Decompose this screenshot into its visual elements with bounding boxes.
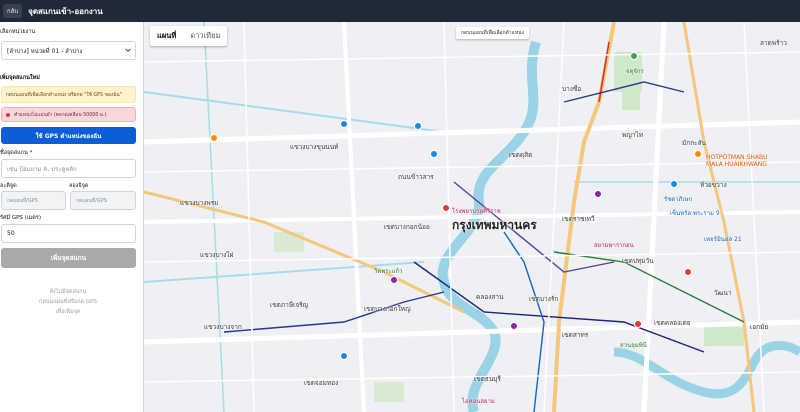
tab-map[interactable]: แผนที่ xyxy=(150,26,183,46)
map-type-tabs: แผนที่ ดาวเทียม xyxy=(150,26,228,46)
map-label-lat-phrao: ลาดพร้าว xyxy=(760,39,787,47)
map-label-bangkoknoi: เขตบางกอกน้อย xyxy=(384,223,430,231)
map-label-bangphrom: แขวงบางพรม xyxy=(180,199,219,207)
map-label-khaosan: ถนนข้าวสาร xyxy=(398,173,434,181)
map-label-hotpot: HOTPOTMAN SHABU MALA HUAIKHWANG xyxy=(706,154,768,168)
store-pin-icon[interactable] xyxy=(340,120,348,128)
add-checkpoint-button[interactable]: เพิ่มจุดสแกน xyxy=(1,248,136,268)
store-pin-icon[interactable] xyxy=(430,150,438,158)
map-label-lumpini: สวนลุมพินี xyxy=(620,342,647,349)
error-dot-icon xyxy=(6,112,10,117)
map-label-wat: วัดพระแก้ว xyxy=(374,268,403,275)
map-label-city: กรุงเทพมหานคร xyxy=(452,218,537,232)
longitude-input[interactable]: กดแผนที่/GPS xyxy=(70,191,136,210)
map-label-ekkamai: เอกมัย xyxy=(750,323,769,331)
map-hint-alert: กดบนแผนที่เพื่อเลือกตำแหน่ง หรือกด "ใช้ … xyxy=(1,86,136,103)
shopping-pin-icon[interactable] xyxy=(510,322,518,330)
radius-label: รัศมี GPS (เมตร) xyxy=(0,215,41,221)
map-label-bangsue: บางซื่อ xyxy=(562,85,582,93)
empty-state-line3: เพื่อเพิ่มจุด xyxy=(55,309,81,315)
empty-state-line1: ยังไม่มีจุดสแกน xyxy=(49,289,87,295)
page-title: จุดสแกนเข้า-ออกงาน xyxy=(28,6,103,16)
map-canvas[interactable]: แผนที่ ดาวเทียม กดบนแผนที่เพื่อเลือกตำแห… xyxy=(144,22,800,412)
tab-satellite[interactable]: ดาวเทียม xyxy=(183,26,227,46)
checkpoint-name-input[interactable]: เช่น ป้อมยาม A, ประตูหลัก xyxy=(1,159,136,178)
park-pin-icon[interactable] xyxy=(630,52,638,60)
map-label-terminal21: เทอร์มินอล 21 xyxy=(704,236,742,243)
map-label-siam: สยามพารากอน xyxy=(594,242,634,249)
lng-label: ลองจิจูด xyxy=(69,183,89,189)
map-label-bangphai: แขวงบางไผ่ xyxy=(200,251,234,259)
store-pin-icon[interactable] xyxy=(670,180,678,188)
lat-label: ละติจูด xyxy=(0,183,17,189)
map-label-bangrak: เขตบางรัก xyxy=(529,295,559,303)
map-label-khlongtoei: เขตคลองเตย xyxy=(654,319,691,327)
map-label-phayathai: พญาไท xyxy=(622,131,644,139)
hospital-pin-icon[interactable] xyxy=(634,320,642,328)
sidebar: เลือกหน่วยงาน [ลำปาง] หน่วยที่ 01 - ลำปา… xyxy=(0,22,144,412)
map-label-bangkokyai: เขตบางกอกใหญ่ xyxy=(364,305,411,313)
shopping-pin-icon[interactable] xyxy=(594,190,602,198)
map-label-pathumwan: เขตปทุมวัน xyxy=(622,257,654,265)
map-label-bangkhunnon: แขวงบางขุนนนท์ xyxy=(290,143,339,151)
map-hint-label: กดบนแผนที่เพื่อเลือกตำแหน่ง xyxy=(456,27,529,39)
map-label-thonburi: เขตธนบุรี xyxy=(474,375,501,383)
back-button[interactable]: กลับ xyxy=(3,4,23,18)
map-label-watthana: วัฒนา xyxy=(714,289,732,297)
hospital-pin-icon[interactable] xyxy=(442,204,450,212)
map-label-chomthong: เขตจอมทอง xyxy=(304,379,339,387)
store-pin-icon[interactable] xyxy=(414,122,422,130)
unit-label: เลือกหน่วยงาน xyxy=(0,29,36,35)
unit-select[interactable]: [ลำปาง] หน่วยที่ 01 - ลำปาง xyxy=(1,41,136,60)
hospital-pin-icon[interactable] xyxy=(684,268,692,276)
unit-select-value: [ลำปาง] หน่วยที่ 01 - ลำปาง xyxy=(7,47,83,55)
map-label-khlongsan: คลองสาน xyxy=(476,293,504,301)
chevron-down-icon xyxy=(125,48,131,52)
shopping-pin-icon[interactable] xyxy=(390,276,398,284)
map-label-sathon: เขตสาทร xyxy=(562,331,589,339)
gps-accuracy-alert: ตำแหน่งไม่แม่นยำ (คลาดเคลื่อน 50000 ม.) xyxy=(1,107,136,122)
latitude-input[interactable]: กดแผนที่/GPS xyxy=(1,191,66,210)
map-label-makkasan: มักกะสัน xyxy=(682,139,707,147)
map-label-central: เซ็นทรัล พระราม 9 xyxy=(670,210,720,217)
store-pin-icon[interactable] xyxy=(340,352,348,360)
restaurant-pin-icon[interactable] xyxy=(694,150,702,158)
map-label-ratchathewi: เขตราชเทวี xyxy=(562,215,595,223)
map-label-chatuchak: จตุจักร xyxy=(626,68,644,75)
map-label-siriraj: โรงพยาบาลศิริราช xyxy=(452,208,501,215)
name-label: ชื่อจุดสแกน * xyxy=(0,150,33,156)
use-gps-button[interactable]: ใช้ GPS ตำแหน่งของฉัน xyxy=(1,127,136,144)
empty-state-line2: กดบนแผนที่หรือกด GPS xyxy=(39,299,97,305)
gps-accuracy-text: ตำแหน่งไม่แม่นยำ (คลาดเคลื่อน 50000 ม.) xyxy=(14,112,107,118)
radius-input[interactable]: 50 xyxy=(1,224,136,243)
map-label-iconsiam: ไอคอนสยาม xyxy=(462,398,495,405)
restaurant-pin-icon[interactable] xyxy=(210,134,218,142)
top-bar: กลับ จุดสแกนเข้า-ออกงาน xyxy=(0,0,800,22)
map-label-phasicharoen: เขตภาษีเจริญ xyxy=(270,301,309,309)
map-label-bangchak: แขวงบางจาก xyxy=(204,323,242,331)
add-section-label: เพิ่มจุดสแกนใหม่ xyxy=(0,75,40,81)
map-label-dusit: เขตดุสิต xyxy=(509,151,533,159)
map-label-ratchada: รัชดาภิเษก xyxy=(664,196,693,203)
map-label-huaikhwang: ห้วยขวาง xyxy=(700,181,727,189)
